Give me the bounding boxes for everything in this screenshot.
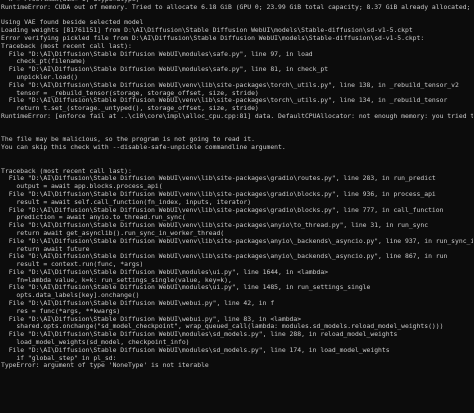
console-line: unpickler.load()	[1, 73, 78, 81]
console-line: Traceback (most recent call last):	[1, 167, 132, 175]
console-line: Loading weights [81761151] from D:\AI\Di…	[1, 27, 413, 35]
console-line: tensor = _rebuild_tensor(storage, storag…	[1, 89, 259, 97]
console-line: shared.opts.onchange("sd_model_checkpoin…	[1, 323, 444, 331]
console-line: File "D:\AI\Diffusion\Stable Diffusion W…	[1, 66, 329, 74]
console-line: fn=lambda value, k=k: run_settings_singl…	[1, 276, 232, 284]
console-line: return await future	[1, 245, 90, 253]
console-line: The file may be malicious, so the progra…	[1, 136, 255, 144]
console-line: TypeError: argument of type 'NoneType' i…	[1, 362, 209, 370]
console-line: return await get_asynclib().run_sync_in_…	[1, 229, 225, 237]
console-line: File "D:\AI\Diffusion\Stable Diffusion W…	[1, 331, 398, 339]
console-line: output = await app.blocks.process_api(	[1, 183, 163, 191]
console-line: prediction = await anyio.to_thread.run_s…	[1, 214, 186, 222]
console-line: if "global_step" in pl_sd:	[1, 354, 117, 362]
console-line: File "D:\AI\Diffusion\Stable Diffusion W…	[1, 206, 444, 214]
console-line: Error verifying pickled file from D:\AI\…	[1, 34, 425, 42]
terminal-window: x = F.softmax(dim=-1, dtype=dtype)Runtim…	[0, 0, 474, 413]
console-line: File "D:\AI\Diffusion\Stable Diffusion W…	[1, 268, 329, 276]
console-output: x = F.softmax(dim=-1, dtype=dtype)Runtim…	[1, 0, 473, 370]
console-line: Traceback (most recent call last):	[1, 42, 132, 50]
console-line: check_pt(filename)	[1, 58, 86, 66]
console-line: File "D:\AI\Diffusion\Stable Diffusion W…	[1, 175, 436, 183]
console-line: File "D:\AI\Diffusion\Stable Diffusion W…	[1, 284, 371, 292]
console-line: result = context.run(func, *args)	[1, 261, 144, 269]
console-line: res = func(*args, **kwargs)	[1, 307, 121, 315]
console-line: File "D:\AI\Diffusion\Stable Diffusion W…	[1, 81, 459, 89]
console-line: Using VAE found beside selected model	[1, 19, 144, 27]
console-line: RuntimeError: CUDA out of memory. Tried …	[1, 3, 471, 11]
console-line: File "D:\AI\Diffusion\Stable Diffusion W…	[1, 222, 429, 230]
console-line: File "D:\AI\Diffusion\Stable Diffusion W…	[8, 237, 473, 245]
console-line: return t.set_(storage._untyped(), storag…	[1, 105, 259, 113]
console-line: File "D:\AI\Diffusion\Stable Diffusion W…	[1, 253, 448, 261]
console-line: File "D:\AI\Diffusion\Stable Diffusion W…	[1, 97, 448, 105]
console-line: File "D:\AI\Diffusion\Stable Diffusion W…	[1, 50, 313, 58]
console-line: File "D:\AI\Diffusion\Stable Diffusion W…	[1, 190, 436, 198]
console-line: load_model_weights(sd_model, checkpoint_…	[1, 339, 190, 347]
console-line: opts.data_labels[key].onchange()	[1, 292, 140, 300]
console-line: You can skip this check with --disable-s…	[1, 144, 286, 152]
console-line: RuntimeError: [enforce fail at ..\c10\co…	[1, 112, 473, 120]
console-line: result = await self.call_function(fn_ind…	[1, 198, 252, 206]
console-line: File "D:\AI\Diffusion\Stable Diffusion W…	[1, 315, 302, 323]
console-line: File "D:\AI\Diffusion\Stable Diffusion W…	[1, 346, 390, 354]
console-line: File "D:\AI\Diffusion\Stable Diffusion W…	[1, 300, 275, 308]
